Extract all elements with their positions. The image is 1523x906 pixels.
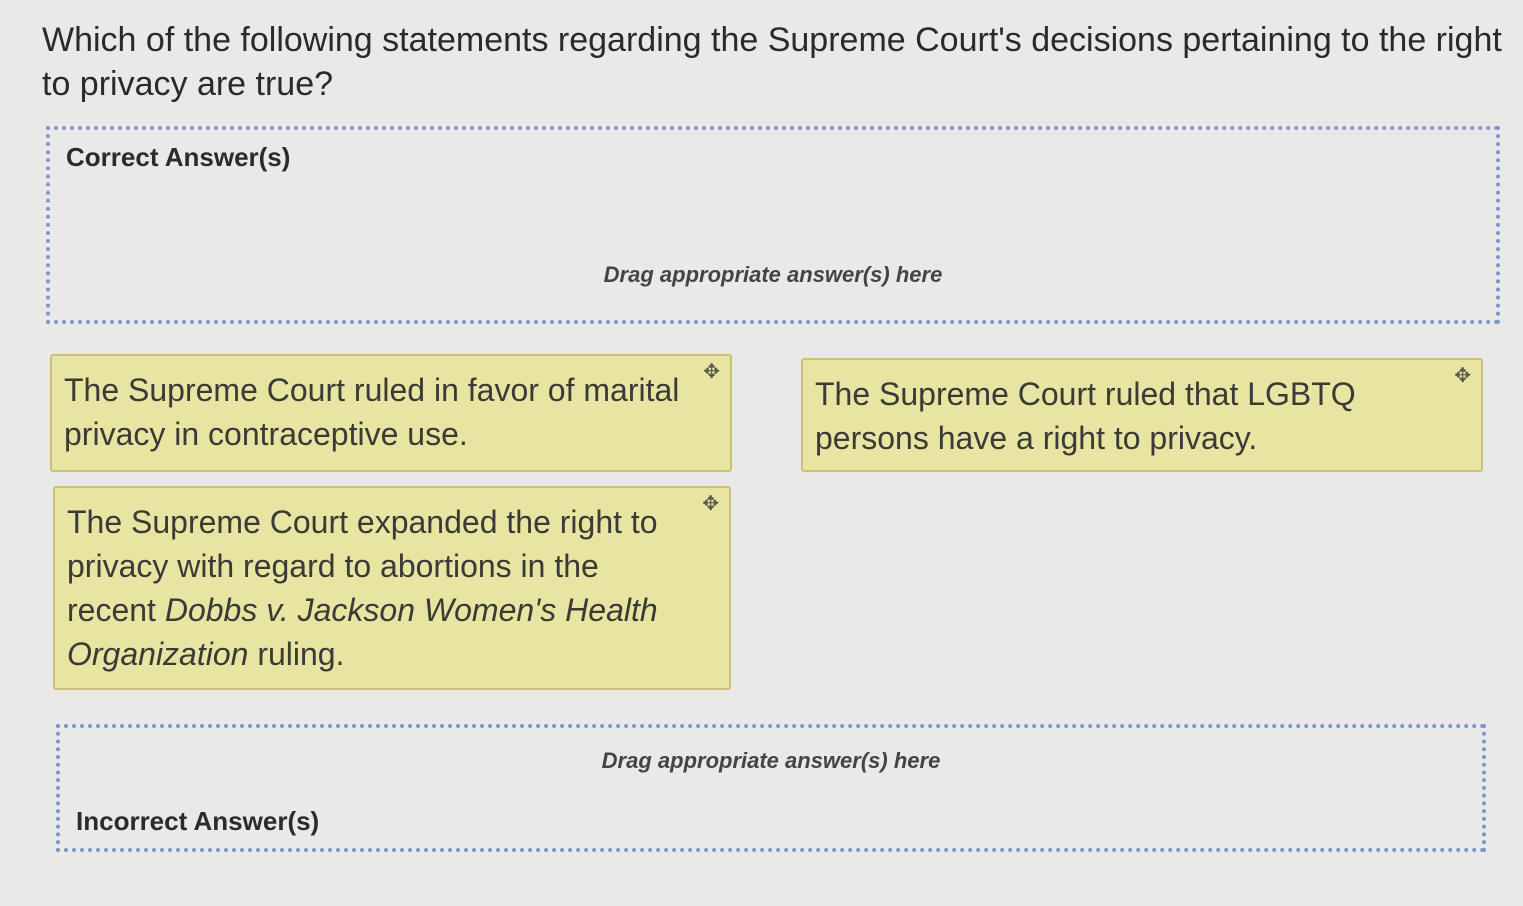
question-text: Which of the following statements regard… (42, 21, 1502, 103)
answer-card-text: The Supreme Court ruled that LGBTQ perso… (815, 376, 1356, 456)
correct-dropzone-hint: Drag appropriate answer(s) here (603, 262, 943, 287)
move-icon[interactable]: ✥ (703, 362, 720, 382)
move-icon[interactable]: ✥ (1454, 366, 1471, 386)
answer-card-dobbs-ruling[interactable]: The Supreme Court expanded the right to … (53, 486, 731, 690)
move-icon[interactable]: ✥ (702, 494, 719, 514)
answer-card-text-after: ruling. (248, 636, 345, 672)
incorrect-answers-label: Incorrect Answer(s) (76, 806, 320, 836)
incorrect-answers-dropzone[interactable]: Drag appropriate answer(s) here Incorrec… (56, 724, 1486, 852)
correct-answers-dropzone[interactable]: Correct Answer(s) Drag appropriate answe… (46, 126, 1500, 324)
correct-answers-label: Correct Answer(s) (66, 142, 291, 172)
answer-card-text: The Supreme Court ruled in favor of mari… (64, 372, 680, 452)
answer-card-lgbtq-privacy[interactable]: The Supreme Court ruled that LGBTQ perso… (801, 358, 1483, 472)
answer-card-marital-privacy[interactable]: The Supreme Court ruled in favor of mari… (50, 354, 732, 472)
incorrect-dropzone-hint: Drag appropriate answer(s) here (601, 748, 941, 773)
